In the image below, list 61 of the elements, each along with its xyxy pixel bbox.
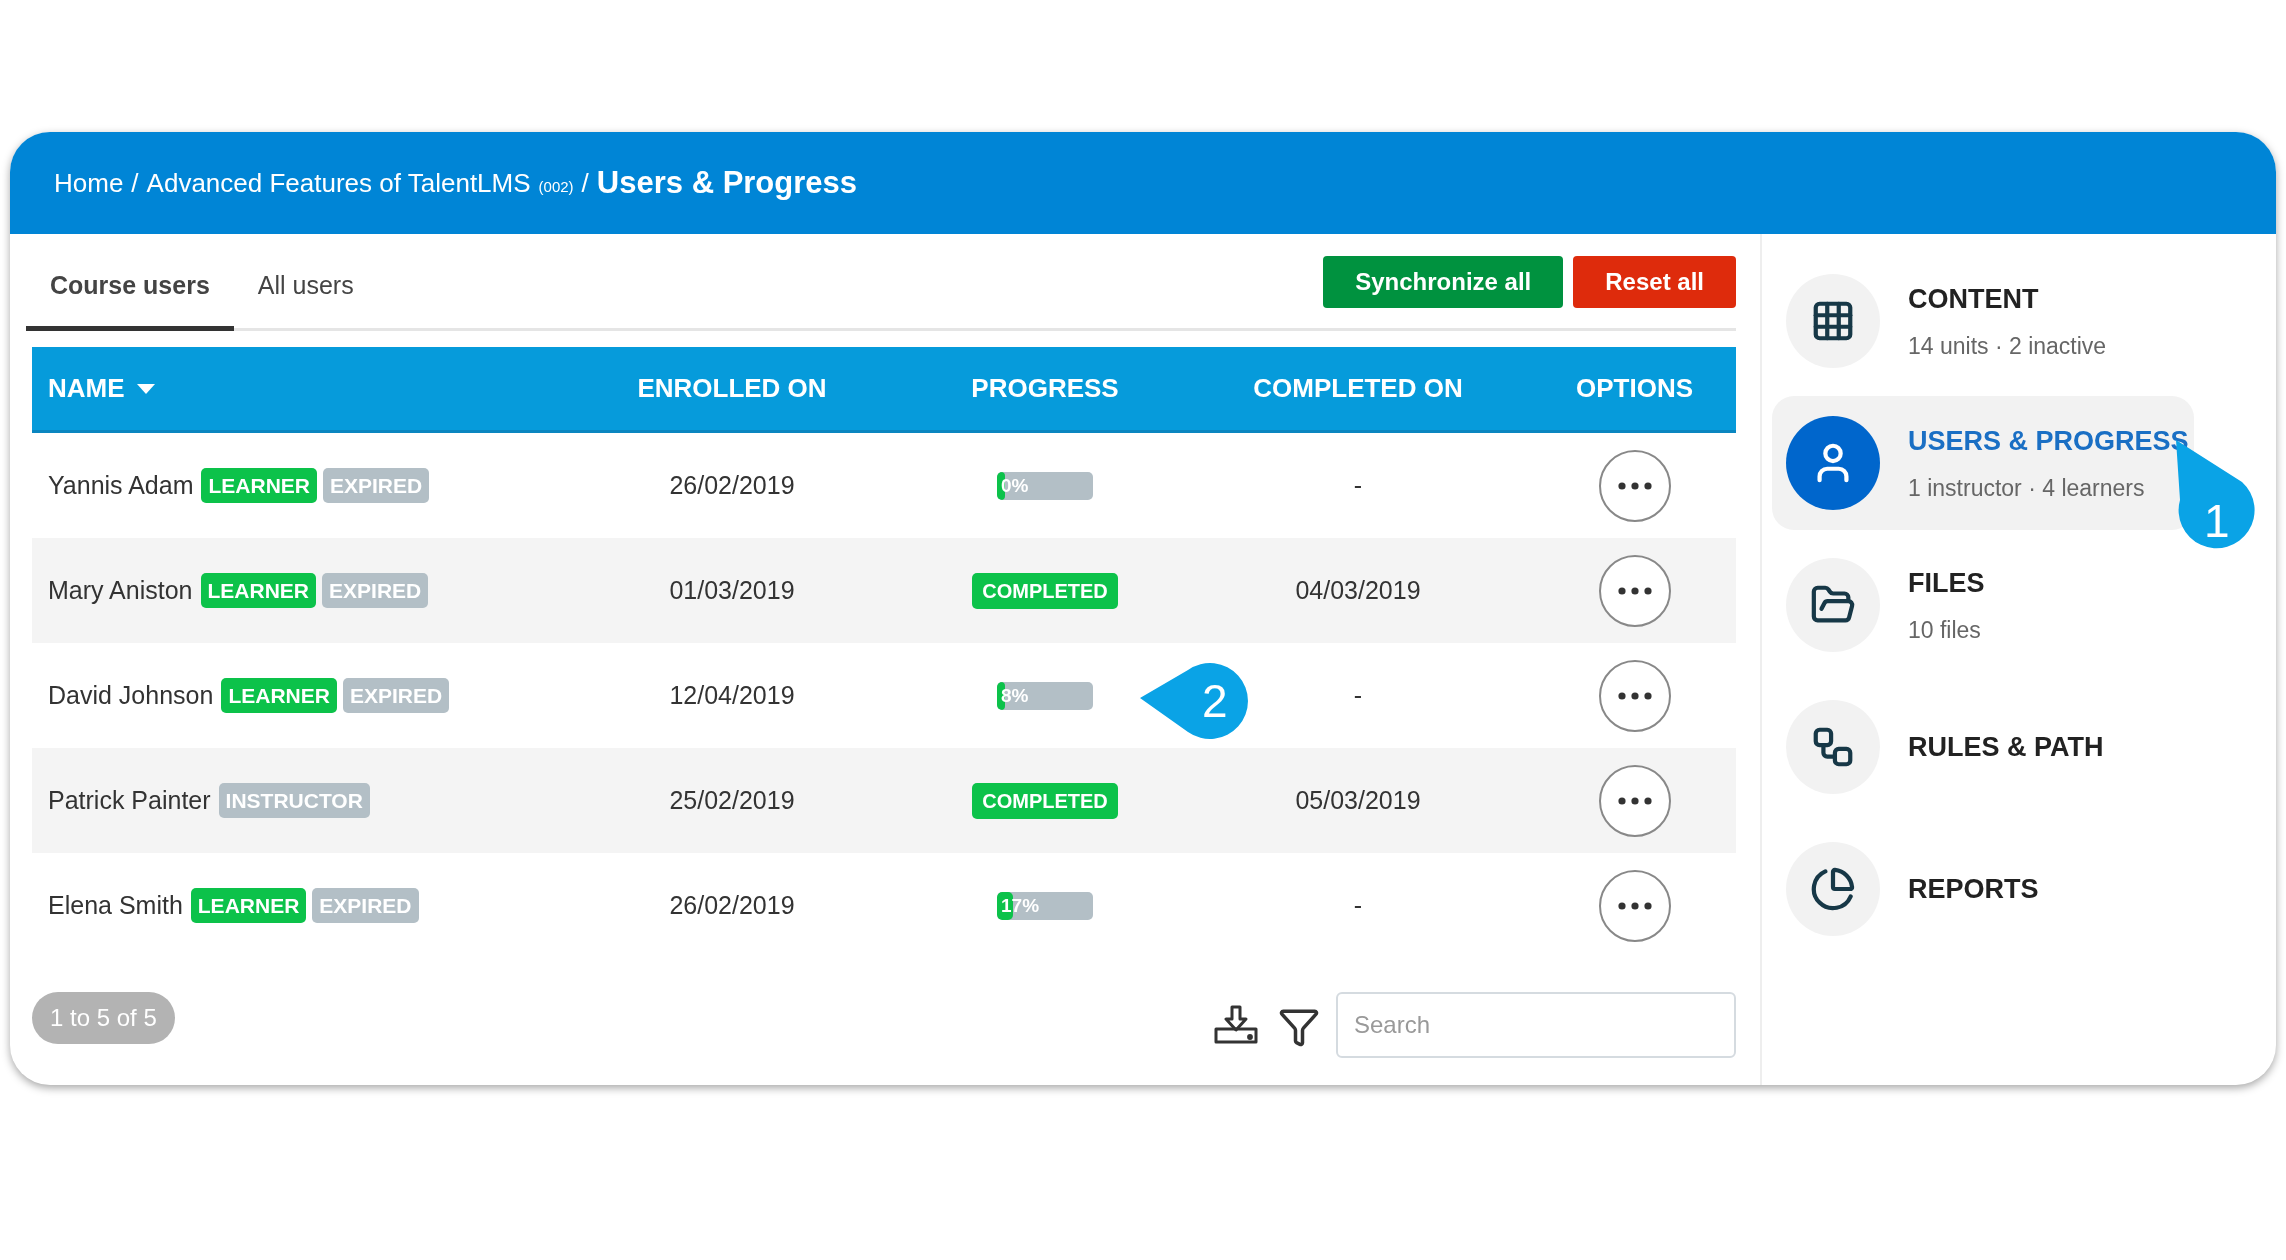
sidebar-item[interactable]: USERS & PROGRESS 1 instructor · 4 learners <box>1772 396 2194 530</box>
action-button[interactable]: Synchronize all <box>1323 256 1564 308</box>
completed-badge: COMPLETED <box>972 782 1118 819</box>
role-tag: EXPIRED <box>323 467 430 504</box>
role-tag: LEARNER <box>201 467 317 504</box>
page-title: Users & Progress <box>596 163 858 202</box>
completed-date: 05/03/2019 <box>1295 784 1421 816</box>
role-tag: LEARNER <box>221 677 337 714</box>
enrolled-date: 12/04/2019 <box>669 679 795 711</box>
user-name: David Johnson <box>48 679 214 711</box>
ellipsis-icon <box>1617 796 1652 805</box>
role-tag: INSTRUCTOR <box>218 782 370 819</box>
tab[interactable]: Course users <box>26 266 234 331</box>
ellipsis-icon <box>1617 691 1652 700</box>
completed-badge: COMPLETED <box>972 572 1118 609</box>
action-button[interactable]: Reset all <box>1573 256 1736 308</box>
enrolled-date: 26/02/2019 <box>669 469 795 501</box>
completed-date: - <box>1353 889 1363 921</box>
sidebar-item-subtitle: 10 files <box>1908 616 1982 645</box>
role-tag: LEARNER <box>190 887 307 924</box>
completed-date: - <box>1353 469 1363 501</box>
user-name: Elena Smith <box>48 889 183 921</box>
tab[interactable]: All users <box>233 266 378 331</box>
search-field[interactable]: Search <box>1336 992 1736 1058</box>
column-header: ENROLLED ON <box>637 372 827 405</box>
sidebar-item-title: USERS & PROGRESS <box>1908 424 2189 458</box>
completed-date: - <box>1353 679 1363 711</box>
column-header: PROGRESS <box>971 372 1119 405</box>
enrolled-date: 26/02/2019 <box>669 889 795 921</box>
callout-number: 1 <box>2204 498 2230 544</box>
enrolled-date: 25/02/2019 <box>669 784 795 816</box>
sidebar-item-title: CONTENT <box>1908 282 2040 316</box>
role-tag: LEARNER <box>200 572 317 609</box>
completed-date: 04/03/2019 <box>1295 574 1421 606</box>
user-name: Patrick Painter <box>48 784 211 816</box>
ellipsis-icon <box>1617 586 1652 595</box>
breadcrumb-separator: / <box>581 166 589 200</box>
user-name: Yannis Adam <box>48 469 194 501</box>
pie-chart-icon <box>1810 866 1856 912</box>
sidebar-item-title: REPORTS <box>1908 872 2039 906</box>
course-code: (002) <box>538 176 574 197</box>
sidebar-item-subtitle: 14 units · 2 inactive <box>1908 332 2107 361</box>
sidebar-item-title: FILES <box>1908 566 1985 600</box>
breadcrumb-separator: / <box>131 166 139 200</box>
column-header: COMPLETED ON <box>1253 372 1463 405</box>
download-icon[interactable] <box>1214 1005 1258 1045</box>
sort-caret-icon <box>136 383 155 394</box>
breadcrumb-link[interactable]: Advanced Features of TalentLMS <box>146 163 531 203</box>
user-name: Mary Aniston <box>48 574 193 606</box>
sidebar-item-subtitle: 1 instructor · 4 learners <box>1908 474 2146 503</box>
role-tag: EXPIRED <box>322 572 429 609</box>
ellipsis-icon <box>1617 901 1652 910</box>
sidebar-item-title: RULES & PATH <box>1908 730 2104 764</box>
enrolled-date: 01/03/2019 <box>669 574 795 606</box>
role-tag: EXPIRED <box>342 677 450 714</box>
column-header: OPTIONS <box>1576 372 1693 405</box>
role-tag: EXPIRED <box>312 887 419 924</box>
pagination-count: 1 to 5 of 5 <box>32 992 175 1044</box>
ellipsis-icon <box>1617 481 1652 490</box>
callout-number: 2 <box>1202 678 1228 724</box>
breadcrumb-link[interactable]: Home <box>54 163 124 203</box>
